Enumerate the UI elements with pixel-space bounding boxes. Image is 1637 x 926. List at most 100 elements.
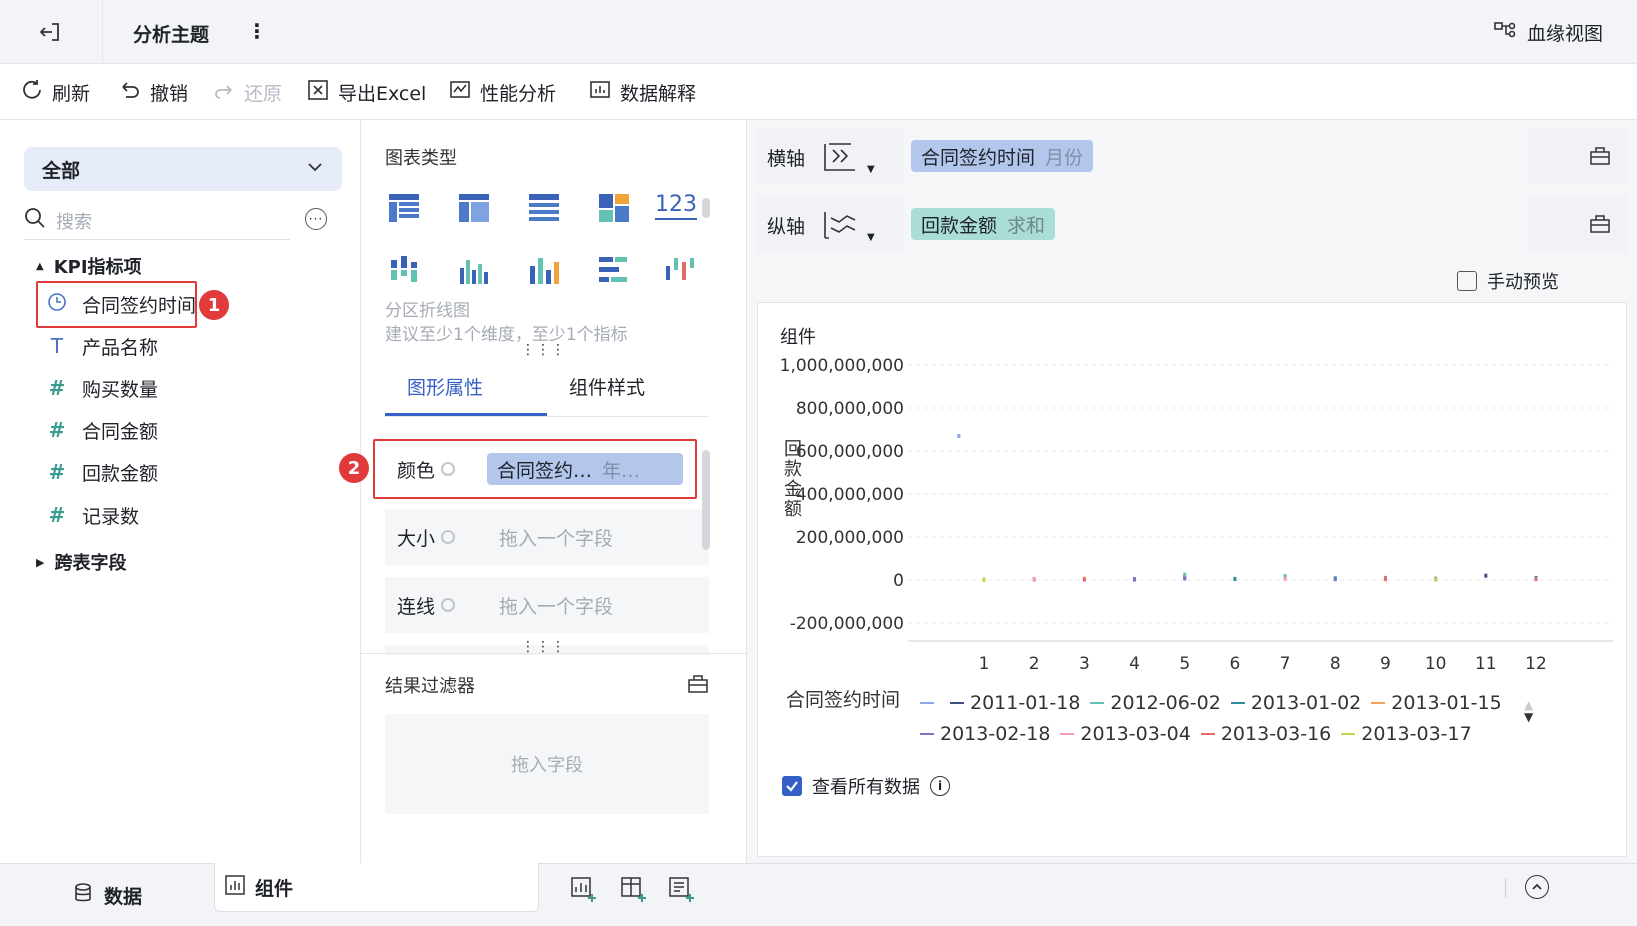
legend-item[interactable]: 2013-03-04 — [1060, 721, 1191, 747]
field-payment-amount[interactable]: # 回款金额 — [46, 454, 158, 490]
size-property-row[interactable]: 大小 拖入一个字段 — [385, 509, 709, 565]
legend-item[interactable]: 2013-03-17 — [1341, 721, 1472, 747]
info-icon[interactable]: i — [930, 776, 950, 796]
data-explain-button[interactable]: 数据解释 — [588, 78, 696, 106]
chart-type-range-column-icon[interactable] — [665, 256, 695, 284]
data-explain-label: 数据解释 — [620, 82, 697, 105]
exit-icon[interactable] — [38, 20, 62, 44]
y-axis-label: 纵轴 — [767, 216, 806, 238]
data-explain-icon — [588, 78, 612, 107]
cross-table-label: 跨表字段 — [54, 553, 127, 574]
legend-item[interactable] — [920, 702, 940, 704]
chart-type-detail-table-icon[interactable] — [529, 194, 559, 222]
view-all-data-toggle[interactable]: 查看所有数据 i — [782, 773, 950, 799]
chart-component-icon — [225, 874, 245, 900]
chart-type-horizontal-bar-icon[interactable] — [599, 256, 629, 284]
filter-toolbox-icon[interactable] — [687, 673, 709, 700]
more-menu-icon[interactable]: ⋮ — [247, 19, 267, 43]
chart-type-treemap-icon[interactable] — [599, 194, 629, 222]
x-axis-field-chip[interactable]: 合同签约时间 月份 — [911, 140, 1094, 172]
redo-button[interactable]: 还原 — [212, 78, 282, 106]
y-chip-main: 回款金额 — [921, 214, 998, 237]
x-tick-label: 10 — [1425, 654, 1447, 674]
add-table-component-icon[interactable] — [620, 876, 646, 907]
data-point — [1434, 577, 1438, 582]
legend-label: 2013-01-15 — [1391, 692, 1502, 714]
table-scope-dropdown[interactable]: 全部 — [24, 147, 342, 191]
refresh-button[interactable]: 刷新 — [20, 78, 90, 106]
legend-item[interactable]: 2012-06-02 — [1090, 690, 1221, 716]
x-axis-drop-zone[interactable]: 合同签约时间 月份 — [903, 128, 1529, 184]
gear-icon[interactable] — [441, 530, 456, 544]
undo-icon — [118, 78, 142, 107]
line-label: 连线 — [397, 595, 436, 618]
performance-icon — [448, 78, 472, 107]
y-axis-toolbox-button[interactable] — [1573, 196, 1627, 252]
field-record-count[interactable]: # 记录数 — [46, 497, 139, 533]
add-text-component-icon[interactable] — [668, 876, 694, 907]
x-tick-label: 12 — [1525, 654, 1547, 674]
export-excel-button[interactable]: 导出Excel — [306, 78, 426, 106]
refresh-icon — [20, 78, 44, 107]
property-scrollbar[interactable] — [702, 450, 710, 550]
legend-marker — [1341, 733, 1356, 735]
x-axis-type-icon[interactable] — [821, 140, 861, 181]
cross-table-group-header[interactable]: ▶ 跨表字段 — [36, 547, 126, 577]
chart-type-scrollbar[interactable] — [702, 198, 710, 218]
x-axis-toolbox-button[interactable] — [1573, 128, 1627, 184]
add-chart-component-icon[interactable] — [570, 876, 596, 907]
tab-component-style[interactable]: 组件样式 — [569, 373, 645, 400]
y-axis-type-icon[interactable] — [821, 208, 861, 249]
view-all-data-checkbox[interactable] — [782, 776, 802, 796]
view-all-data-label: 查看所有数据 — [812, 777, 920, 798]
legend-label: 2013-03-16 — [1220, 723, 1332, 745]
y-tick-label: 200,000,000 — [796, 528, 904, 548]
manual-preview-toggle[interactable]: 手动预览 — [1457, 268, 1559, 294]
legend-item[interactable]: 2011-01-18 — [950, 690, 1080, 716]
chart-type-column-icon[interactable] — [459, 256, 489, 284]
partition-line-chart: 回款金额 1,000,000,000800,000,000600,000,000… — [780, 356, 1613, 674]
data-point — [1383, 576, 1387, 581]
lineage-view-button[interactable]: 血缘视图 — [1493, 18, 1603, 47]
x-axis-caret-icon[interactable]: ▼ — [867, 164, 875, 175]
field-purchase-quantity[interactable]: # 购买数量 — [46, 370, 158, 406]
chart-type-table-icon[interactable] — [389, 194, 419, 222]
legend-marker — [1230, 702, 1245, 704]
tab-graphic-properties[interactable]: 图形属性 — [407, 373, 483, 400]
field-product-name[interactable]: T 产品名称 — [46, 328, 158, 364]
gear-icon[interactable] — [441, 598, 456, 612]
kpi-group-header[interactable]: ▲ KPI指标项 — [36, 251, 142, 281]
manual-preview-checkbox[interactable] — [1457, 271, 1477, 291]
undo-label: 撤销 — [150, 82, 189, 105]
more-options-icon[interactable]: ··· — [305, 208, 327, 230]
legend-pager-icon[interactable]: ▲ ▼ — [1524, 699, 1533, 723]
excel-icon — [306, 78, 330, 107]
legend-item[interactable]: 2013-03-16 — [1200, 721, 1332, 747]
legend-item[interactable]: 2013-02-18 — [920, 721, 1050, 747]
y-axis-caret-icon[interactable]: ▼ — [867, 232, 875, 243]
analysis-title: 分析主题 — [133, 24, 210, 46]
y-axis-field-chip[interactable]: 回款金额 求和 — [911, 208, 1056, 240]
legend-item[interactable]: 2013-01-02 — [1230, 690, 1361, 716]
topbar-divider — [102, 0, 103, 64]
collapse-up-icon[interactable] — [1525, 875, 1549, 899]
highlight-box-2 — [373, 439, 697, 499]
field-contract-amount[interactable]: # 合同金额 — [46, 412, 158, 448]
field-search-box[interactable]: 搜索 — [24, 202, 290, 240]
legend-item[interactable]: 2013-01-15 — [1371, 690, 1502, 716]
caret-down-icon: ▲ — [36, 260, 44, 272]
undo-button[interactable]: 撤销 — [118, 78, 188, 106]
result-filter-title: 结果过滤器 — [385, 676, 475, 697]
config-tabs: 图形属性 组件样式 — [385, 355, 709, 417]
tab-data[interactable]: 数据 — [72, 864, 142, 926]
chart-type-kpi-icon[interactable]: 123 — [655, 192, 697, 220]
line-property-row[interactable]: 连线 拖入一个字段 — [385, 577, 709, 633]
dropdown-value: 全部 — [42, 159, 81, 182]
performance-analysis-button[interactable]: 性能分析 — [448, 78, 556, 106]
chart-type-grouped-bar-icon[interactable] — [389, 256, 419, 284]
active-component-tab[interactable]: 组件 — [214, 863, 539, 912]
chart-type-stacked-column-icon[interactable] — [529, 256, 559, 284]
chart-type-cross-table-icon[interactable] — [459, 194, 489, 222]
filter-drop-zone[interactable]: 拖入字段 — [385, 714, 709, 814]
y-axis-drop-zone[interactable]: 回款金额 求和 — [903, 196, 1529, 252]
